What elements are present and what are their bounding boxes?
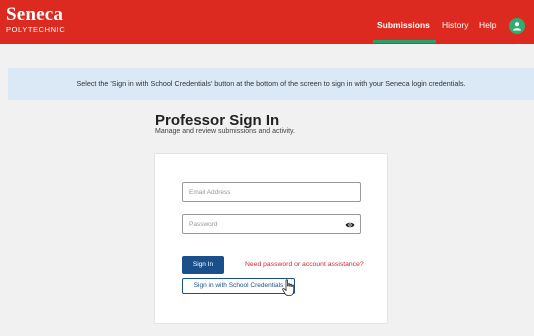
active-nav-indicator [373, 40, 436, 43]
user-icon [513, 22, 521, 31]
info-banner: Select the 'Sign in with School Credenti… [8, 68, 534, 100]
page-title: Professor Sign In [155, 112, 280, 129]
nav-history[interactable]: History [442, 20, 468, 30]
password-field[interactable] [182, 214, 340, 234]
user-avatar[interactable] [509, 18, 525, 34]
banner-text: Select the 'Sign in with School Credenti… [76, 79, 466, 88]
show-password-button[interactable] [339, 214, 361, 234]
seneca-logo[interactable]: Seneca POLYTECHNIC [6, 4, 66, 34]
sign-in-card: Sign In Need password or account assista… [154, 153, 388, 324]
logo-name: Seneca [6, 4, 64, 25]
nav-help[interactable]: Help [479, 20, 496, 30]
eye-icon [345, 222, 355, 228]
page-subtitle: Manage and review submissions and activi… [155, 128, 295, 135]
hand-pointer-icon [282, 279, 295, 296]
account-assistance-link[interactable]: Need password or account assistance? [245, 261, 364, 268]
nav-submissions[interactable]: Submissions [377, 20, 430, 30]
logo-subtitle: POLYTECHNIC [6, 25, 66, 34]
top-navigation-bar: Seneca POLYTECHNIC Submissions History H… [0, 0, 534, 44]
sign-in-button[interactable]: Sign In [182, 256, 224, 274]
school-credentials-button[interactable]: Sign in with School Credentials [182, 278, 295, 294]
email-field[interactable] [182, 182, 361, 202]
